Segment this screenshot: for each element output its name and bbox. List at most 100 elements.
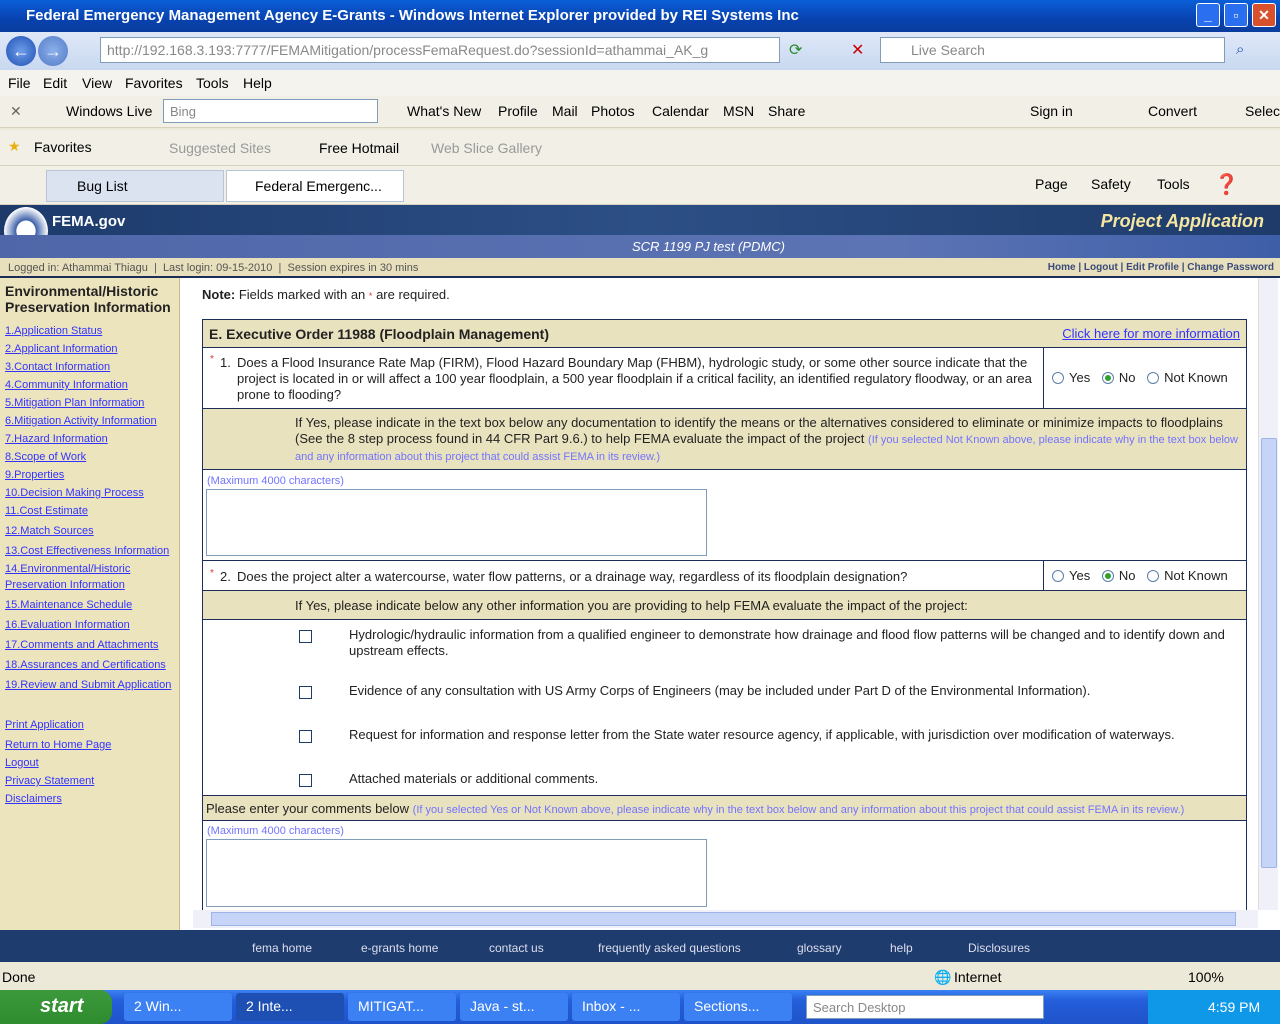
minimize-button[interactable]: _ [1196, 3, 1220, 27]
sidebar-link[interactable]: 4.Community Information [5, 377, 128, 393]
footer-faq[interactable]: frequently asked questions [598, 941, 741, 955]
tab-bug-list[interactable]: Bug List [46, 170, 224, 202]
more-info-link[interactable]: Click here for more information [1062, 326, 1240, 341]
menu-favorites[interactable]: Favorites [125, 75, 183, 91]
q2-no-radio[interactable] [1101, 570, 1114, 582]
start-button[interactable]: start [0, 990, 112, 1024]
sidebar-link[interactable]: 19.Review and Submit Application [5, 677, 171, 693]
privacy-statement-link[interactable]: Privacy Statement [5, 773, 94, 789]
footer-glossary[interactable]: glossary [797, 941, 842, 955]
help-icon[interactable]: ❓ [1214, 172, 1239, 197]
footer-contact-us[interactable]: contact us [489, 941, 544, 955]
sidebar-link[interactable]: 17.Comments and Attachments [5, 637, 158, 653]
toolbar-whats-new[interactable]: What's New [407, 103, 481, 119]
favorites-button[interactable]: Favorites [34, 139, 92, 155]
menu-view[interactable]: View [82, 75, 112, 91]
footer-disclosures[interactable]: Disclosures [968, 941, 1030, 955]
toolbar-photos[interactable]: Photos [591, 103, 635, 119]
sidebar-link[interactable]: 12.Match Sources [5, 523, 94, 539]
sidebar-link[interactable]: 6.Mitigation Activity Information [5, 413, 157, 429]
zoom-level[interactable]: 100% [1188, 969, 1224, 985]
horizontal-scrollbar[interactable] [193, 910, 1258, 928]
toolbar-mail[interactable]: Mail [552, 103, 578, 119]
tab-federal-emergency[interactable]: Federal Emergenc... [226, 170, 404, 202]
select-button[interactable]: Selec [1245, 103, 1280, 119]
safety-menu[interactable]: Safety [1091, 176, 1131, 192]
sidebar-link[interactable]: 11.Cost Estimate [5, 503, 88, 519]
vertical-scrollbar[interactable] [1258, 278, 1278, 910]
taskbar-item[interactable]: 2 Win... [124, 993, 232, 1021]
q1-not-known-radio[interactable] [1147, 372, 1160, 384]
back-button[interactable]: ← [6, 36, 36, 66]
home-link[interactable]: Home [1048, 262, 1076, 273]
sign-in-button[interactable]: Sign in [1030, 103, 1073, 119]
hydrologic-checkbox[interactable] [299, 630, 312, 643]
forward-button[interactable]: → [38, 36, 68, 66]
footer-help[interactable]: help [890, 941, 913, 955]
taskbar-item[interactable]: Sections... [684, 993, 792, 1021]
taskbar-item[interactable]: Inbox - ... [572, 993, 680, 1021]
menu-file[interactable]: File [8, 75, 31, 91]
page-menu[interactable]: Page [1035, 176, 1068, 192]
sidebar-link[interactable]: 15.Maintenance Schedule [5, 597, 132, 613]
change-password-link[interactable]: Change Password [1187, 262, 1274, 273]
footer-fema-home[interactable]: fema home [252, 941, 312, 955]
sidebar-link[interactable]: 7.Hazard Information [5, 431, 108, 447]
q1-yes-radio[interactable] [1052, 372, 1064, 384]
sidebar-link[interactable]: 5.Mitigation Plan Information [5, 395, 144, 411]
close-toolbar-icon[interactable]: ✕ [10, 103, 22, 120]
print-application-link[interactable]: Print Application [5, 717, 84, 733]
q2-not-known-radio[interactable] [1147, 570, 1160, 582]
refresh-icon[interactable]: ⟳ [789, 40, 802, 60]
return-home-link[interactable]: Return to Home Page [5, 737, 111, 753]
search-icon[interactable]: ⌕ [1236, 41, 1244, 58]
menu-edit[interactable]: Edit [43, 75, 67, 91]
edit-profile-link[interactable]: Edit Profile [1126, 262, 1179, 273]
footer-egrants-home[interactable]: e-grants home [361, 941, 438, 955]
taskbar-item[interactable]: MITIGAT... [348, 993, 456, 1021]
toolbar-msn[interactable]: MSN [723, 103, 754, 119]
menu-tools[interactable]: Tools [196, 75, 229, 91]
sidebar-link[interactable]: 16.Evaluation Information [5, 617, 130, 633]
disclaimers-link[interactable]: Disclaimers [5, 791, 62, 807]
stop-icon[interactable]: ✕ [851, 40, 864, 60]
toolbar-profile[interactable]: Profile [498, 103, 538, 119]
sidebar-link[interactable]: 18.Assurances and Certifications [5, 657, 166, 673]
menu-help[interactable]: Help [243, 75, 272, 91]
comments-textarea[interactable] [206, 839, 707, 907]
close-button[interactable]: ✕ [1252, 3, 1276, 27]
tools-menu[interactable]: Tools [1157, 176, 1190, 192]
sidebar-link[interactable]: 2.Applicant Information [5, 341, 118, 357]
maximize-button[interactable]: ▫ [1224, 3, 1248, 27]
sidebar-link-current[interactable]: 14.Environmental/Historic Preservation I… [5, 561, 130, 593]
sidebar-link[interactable]: 1.Application Status [5, 323, 102, 339]
desktop-search-input[interactable]: Search Desktop [806, 995, 1044, 1019]
sidebar-link[interactable]: 8.Scope of Work [5, 449, 86, 465]
sidebar-link[interactable]: 9.Properties [5, 467, 64, 483]
h-scroll-thumb[interactable] [211, 912, 1236, 926]
army-corps-checkbox[interactable] [299, 686, 312, 699]
convert-button[interactable]: Convert [1148, 103, 1197, 119]
bing-search-input[interactable]: Bing [163, 99, 378, 123]
q1-no-radio[interactable] [1101, 372, 1114, 384]
sidebar-link[interactable]: 10.Decision Making Process [5, 485, 144, 501]
sidebar-link[interactable]: 3.Contact Information [5, 359, 110, 375]
url-input[interactable]: http://192.168.3.193:7777/FEMAMitigation… [100, 37, 780, 63]
taskbar-item[interactable]: Java - st... [460, 993, 568, 1021]
free-hotmail-link[interactable]: Free Hotmail [319, 140, 399, 156]
live-search-input[interactable]: Live Search [880, 37, 1225, 63]
attached-materials-checkbox[interactable] [299, 774, 312, 787]
taskbar-item[interactable]: 2 Inte... [236, 993, 344, 1021]
toolbar-share[interactable]: Share [768, 103, 805, 119]
scroll-thumb[interactable] [1261, 438, 1277, 868]
q2-yes-radio[interactable] [1052, 570, 1064, 582]
sidebar-link[interactable]: 13.Cost Effectiveness Information [5, 543, 169, 559]
fema-logo-text[interactable]: FEMA.gov [52, 213, 125, 230]
logout-link[interactable]: Logout [5, 755, 39, 771]
suggested-sites-link[interactable]: Suggested Sites [169, 140, 271, 156]
windows-live-label[interactable]: Windows Live [66, 103, 152, 119]
logout-link[interactable]: Logout [1084, 262, 1118, 273]
toolbar-calendar[interactable]: Calendar [652, 103, 709, 119]
q1-documentation-textarea[interactable] [206, 489, 707, 556]
state-agency-checkbox[interactable] [299, 730, 312, 743]
